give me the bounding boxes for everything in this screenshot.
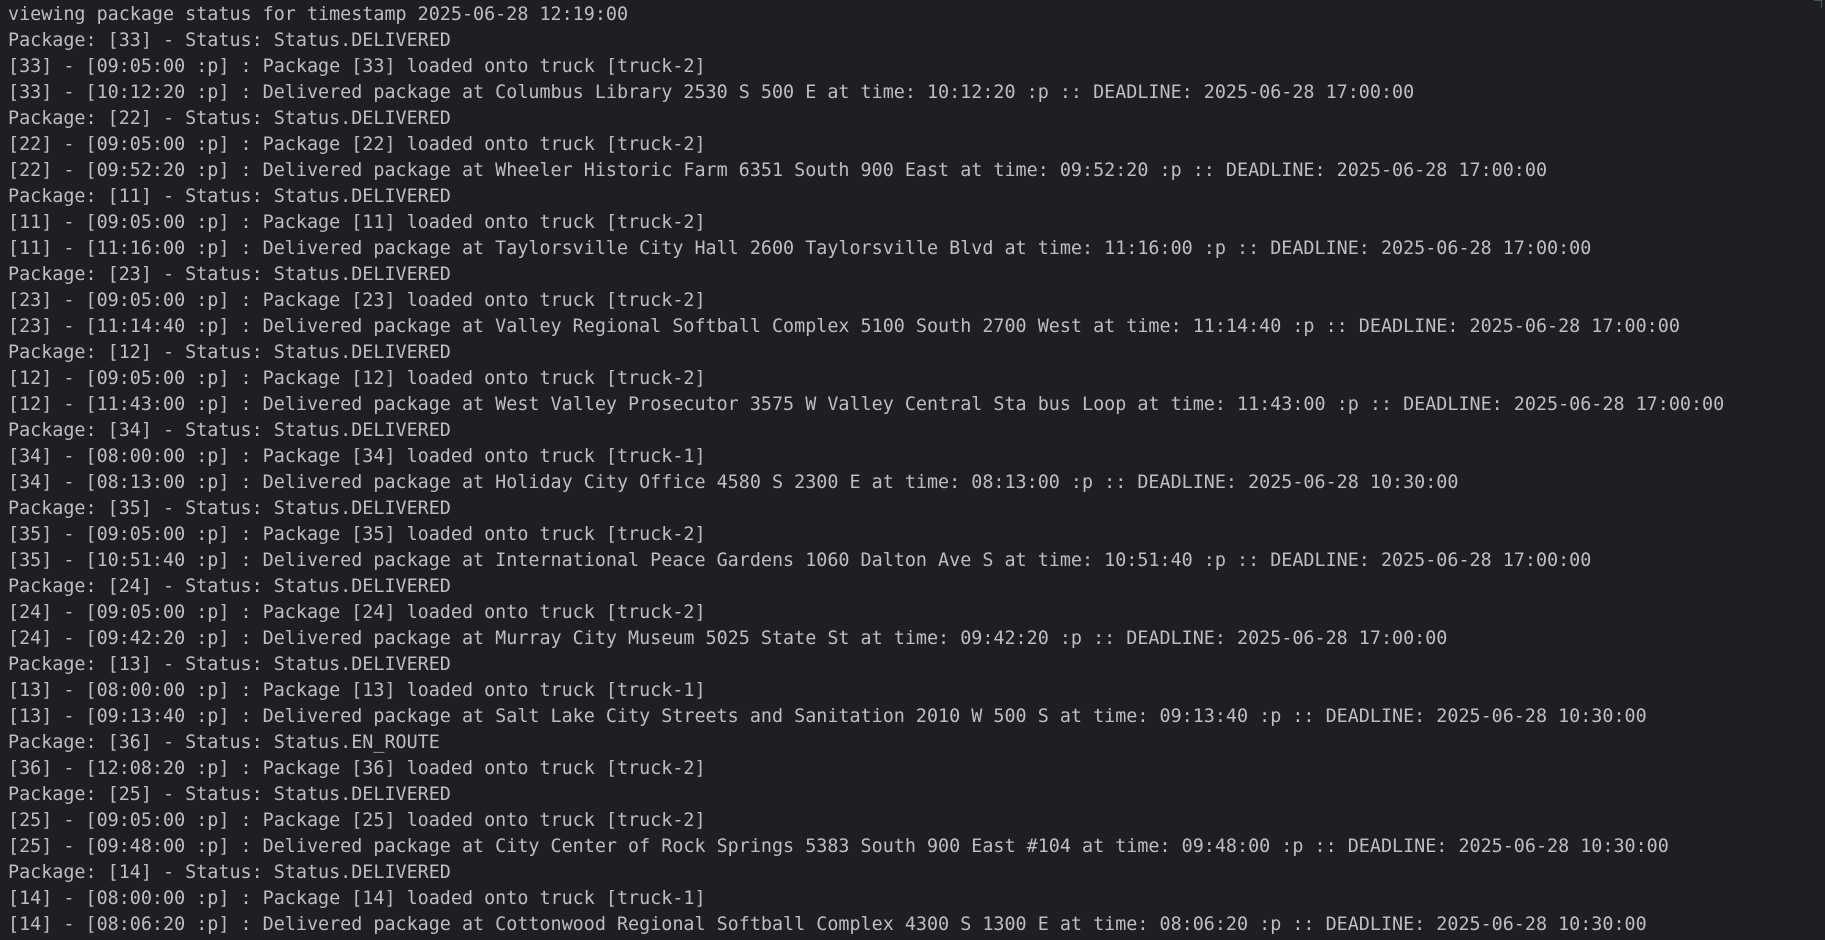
log-line: Package: [33] - Status: Status.DELIVERED	[8, 30, 451, 51]
log-line: [11] - [09:05:00 :p] : Package [11] load…	[8, 212, 706, 233]
log-lines: viewing package status for timestamp 202…	[8, 2, 1825, 938]
log-line: [12] - [11:43:00 :p] : Delivered package…	[8, 394, 1725, 415]
log-line: Package: [35] - Status: Status.DELIVERED	[8, 498, 451, 519]
log-line: Package: [14] - Status: Status.DELIVERED	[8, 862, 451, 883]
log-line: Package: [34] - Status: Status.DELIVERED	[8, 420, 451, 441]
log-line: [35] - [09:05:00 :p] : Package [35] load…	[8, 524, 706, 545]
log-line: [24] - [09:42:20 :p] : Delivered package…	[8, 628, 1448, 649]
log-line: [24] - [09:05:00 :p] : Package [24] load…	[8, 602, 706, 623]
log-line: Package: [25] - Status: Status.DELIVERED	[8, 784, 451, 805]
vertical-scrollbar[interactable]	[1811, 0, 1825, 940]
log-line: [13] - [09:13:40 :p] : Delivered package…	[8, 706, 1647, 727]
log-line: [13] - [08:00:00 :p] : Package [13] load…	[8, 680, 706, 701]
log-line: [11] - [11:16:00 :p] : Delivered package…	[8, 238, 1592, 259]
log-line: Package: [24] - Status: Status.DELIVERED	[8, 576, 451, 597]
log-line: Package: [23] - Status: Status.DELIVERED	[8, 264, 451, 285]
log-line: [33] - [09:05:00 :p] : Package [33] load…	[8, 56, 706, 77]
corner-marker-icon	[1814, 0, 1822, 8]
log-line: Package: [12] - Status: Status.DELIVERED	[8, 342, 451, 363]
log-line: viewing package status for timestamp 202…	[8, 4, 629, 25]
log-line: Package: [13] - Status: Status.DELIVERED	[8, 654, 451, 675]
log-line: [12] - [09:05:00 :p] : Package [12] load…	[8, 368, 706, 389]
log-line: Package: [36] - Status: Status.EN_ROUTE	[8, 732, 440, 753]
log-line: [33] - [10:12:20 :p] : Delivered package…	[8, 82, 1415, 103]
log-line: [23] - [09:05:00 :p] : Package [23] load…	[8, 290, 706, 311]
log-line: Package: [22] - Status: Status.DELIVERED	[8, 108, 451, 129]
log-line: [25] - [09:48:00 :p] : Delivered package…	[8, 836, 1669, 857]
log-line: [34] - [08:00:00 :p] : Package [34] load…	[8, 446, 706, 467]
terminal-output[interactable]: viewing package status for timestamp 202…	[0, 0, 1825, 940]
log-line: [14] - [08:06:20 :p] : Delivered package…	[8, 914, 1647, 935]
log-line: [14] - [08:00:00 :p] : Package [14] load…	[8, 888, 706, 909]
log-line: [34] - [08:13:00 :p] : Delivered package…	[8, 472, 1459, 493]
log-line: [23] - [11:14:40 :p] : Delivered package…	[8, 316, 1680, 337]
log-line: [35] - [10:51:40 :p] : Delivered package…	[8, 550, 1592, 571]
log-line: Package: [11] - Status: Status.DELIVERED	[8, 186, 451, 207]
log-line: [36] - [12:08:20 :p] : Package [36] load…	[8, 758, 706, 779]
log-line: [22] - [09:52:20 :p] : Delivered package…	[8, 160, 1548, 181]
log-line: [22] - [09:05:00 :p] : Package [22] load…	[8, 134, 706, 155]
log-line: [25] - [09:05:00 :p] : Package [25] load…	[8, 810, 706, 831]
